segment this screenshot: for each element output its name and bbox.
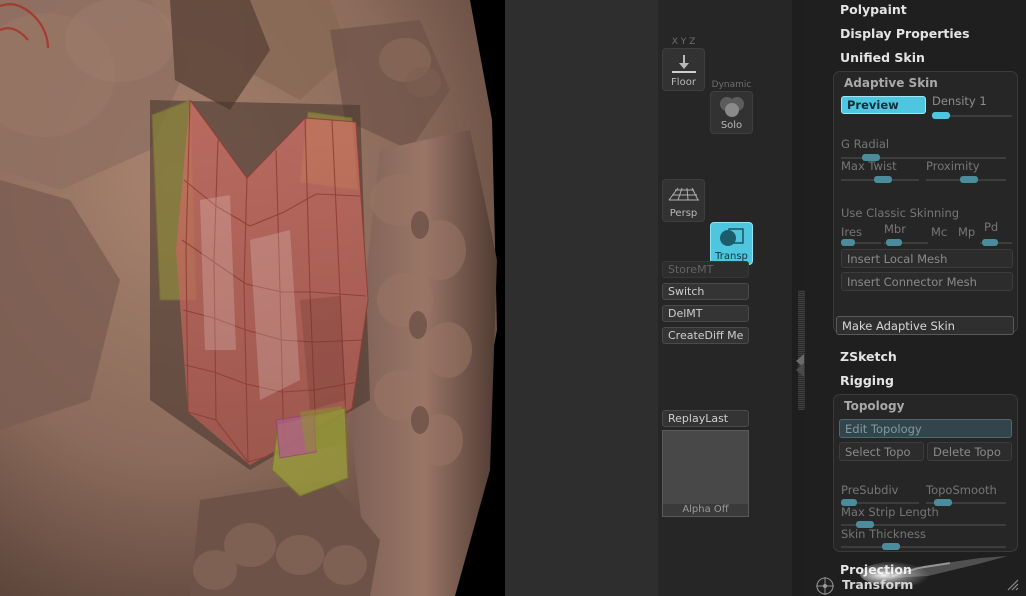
canvas-background	[505, 0, 658, 596]
g-radial-label: G Radial	[841, 137, 890, 151]
section-rigging[interactable]: Rigging	[806, 373, 894, 388]
adaptive-skin-group: Adaptive Skin Preview Density 1 G Radial…	[833, 71, 1018, 335]
dynamic-label: Dynamic	[711, 80, 752, 90]
skin-thickness-slider-track[interactable]	[841, 546, 1006, 548]
store-morph-target-button[interactable]: StoreMT	[662, 261, 749, 278]
solo-label: Solo	[720, 120, 743, 131]
pd-label: Pd	[984, 220, 999, 234]
alpha-caption: Alpha Off	[663, 504, 748, 516]
floor-icon	[671, 55, 696, 73]
delete-topo-button[interactable]: Delete Topo	[927, 442, 1012, 461]
preview-button[interactable]: Preview	[841, 96, 926, 114]
insert-connector-mesh-button[interactable]: Insert Connector Mesh	[841, 272, 1013, 291]
floor-axes-label: X Y Z	[671, 37, 696, 47]
edit-topology-button[interactable]: Edit Topology	[839, 419, 1012, 438]
perspective-button[interactable]: Persp	[662, 179, 705, 222]
resize-grip-icon[interactable]	[1006, 578, 1020, 592]
alpha-swatch[interactable]: Alpha Off	[662, 430, 749, 517]
transform-row[interactable]: Transform	[806, 574, 1026, 596]
topology-group: Topology Edit Topology Select Topo Delet…	[833, 394, 1018, 552]
mbr-slider-knob[interactable]	[886, 239, 902, 246]
collapse-arrow-icon[interactable]	[793, 352, 807, 378]
persp-label: Persp	[669, 208, 698, 219]
perspective-icon	[668, 187, 699, 201]
section-display-properties[interactable]: Display Properties	[806, 26, 970, 41]
max-twist-label: Max Twist	[841, 159, 897, 173]
select-topo-button[interactable]: Select Topo	[839, 442, 924, 461]
tool-palette: Polypaint Display Properties Unified Ski…	[806, 0, 1026, 596]
classic-skinning-label[interactable]: Use Classic Skinning	[841, 206, 959, 220]
delete-morph-target-button[interactable]: DelMT	[662, 305, 749, 322]
topology-title: Topology	[844, 399, 905, 413]
floor-button[interactable]: X Y Z Floor	[662, 37, 705, 91]
replay-last-button[interactable]: ReplayLast	[662, 410, 749, 427]
ires-label: Ires	[841, 225, 862, 239]
create-diff-mesh-button[interactable]: CreateDiff Me	[662, 327, 749, 344]
palette-scrollbar[interactable]	[798, 290, 805, 410]
adaptive-skin-title: Adaptive Skin	[844, 76, 938, 90]
ires-slider-knob[interactable]	[841, 239, 855, 246]
transparency-button[interactable]: Transp	[710, 222, 753, 265]
floor-label: Floor	[671, 77, 696, 88]
section-unified-skin[interactable]: Unified Skin	[806, 50, 925, 65]
solo-button[interactable]: Dynamic Solo	[710, 80, 753, 134]
viewport-canvas[interactable]	[0, 0, 505, 596]
skin-thickness-slider-knob[interactable]	[882, 543, 900, 550]
transparency-icon	[719, 228, 744, 246]
switch-morph-button[interactable]: Switch	[662, 283, 749, 300]
section-zsketch[interactable]: ZSketch	[806, 349, 897, 364]
mp-label[interactable]: Mp	[958, 225, 975, 239]
max-twist-slider-knob[interactable]	[874, 176, 892, 183]
insert-local-mesh-button[interactable]: Insert Local Mesh	[841, 249, 1013, 268]
make-adaptive-skin-button[interactable]: Make Adaptive Skin	[836, 316, 1014, 335]
mc-label[interactable]: Mc	[931, 225, 947, 239]
density-slider-knob[interactable]	[932, 112, 950, 119]
transform-label: Transform	[842, 577, 914, 592]
density-label: Density 1	[932, 94, 987, 108]
presubdiv-label: PreSubdiv	[841, 483, 899, 497]
proximity-slider-knob[interactable]	[960, 176, 978, 183]
section-polypaint[interactable]: Polypaint	[806, 2, 907, 17]
sculpt-render	[0, 0, 505, 596]
max-strip-length-label: Max Strip Length	[841, 505, 939, 519]
pd-slider-knob[interactable]	[982, 239, 998, 246]
proximity-label: Proximity	[926, 159, 980, 173]
move-gizmo-icon	[816, 577, 834, 595]
mbr-label: Mbr	[884, 222, 906, 236]
draw-palette: X Y Z Floor Dynamic Solo Persp Transp St…	[658, 0, 792, 596]
solo-icon	[719, 97, 744, 117]
toposmooth-label: TopoSmooth	[926, 483, 997, 497]
skin-thickness-label: Skin Thickness	[841, 527, 926, 541]
